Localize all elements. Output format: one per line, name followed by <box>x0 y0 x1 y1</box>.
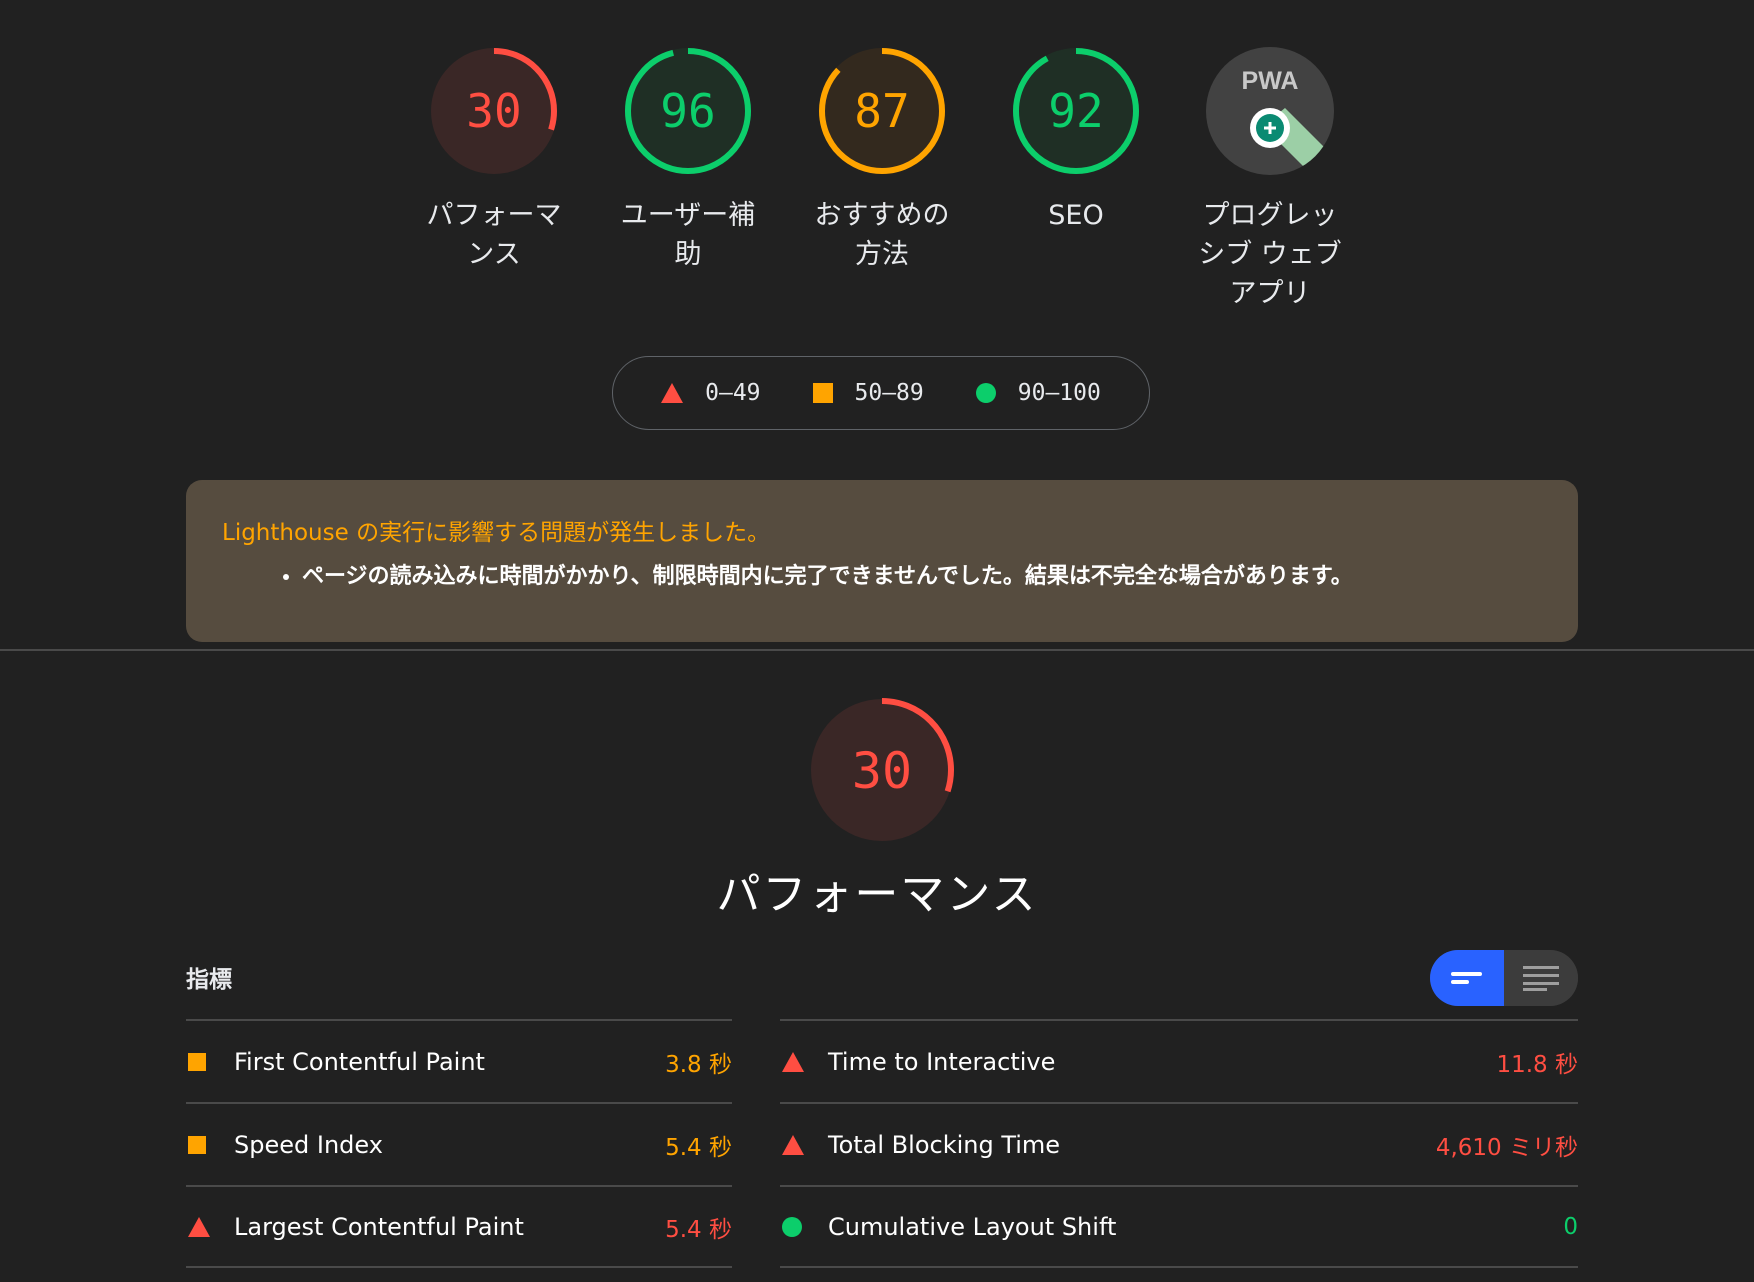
performance-section-title: パフォーマンス <box>716 869 1038 920</box>
gauge-seo-label: SEO <box>1048 200 1104 231</box>
metric-speed-index: Speed Index 5.4 秒 <box>186 1102 732 1185</box>
metric-total-blocking-time: Total Blocking Time 4,610 ミリ秒 <box>780 1102 1578 1185</box>
triangle-icon <box>661 383 684 403</box>
legend-fail-text: 0–49 <box>705 380 761 406</box>
gauge-accessibility-label: ユーザー補助 <box>620 200 756 270</box>
circle-icon <box>975 383 996 403</box>
square-icon <box>812 383 833 403</box>
legend-average-text: 50–89 <box>854 380 924 406</box>
runtime-warning-box: Lighthouse の実行に影響する問題が発生しました。 ページの読み込みに時… <box>186 480 1578 642</box>
gauge-best-practices-label: おすすめの方法 <box>814 200 950 270</box>
metric-time-to-interactive: Time to Interactive 11.8 秒 <box>780 1019 1578 1102</box>
metric-value: 11.8 秒 <box>1496 1051 1578 1078</box>
metric-value: 5.4 秒 <box>665 1216 732 1243</box>
metric-cumulative-layout-shift: Cumulative Layout Shift 0 <box>780 1185 1578 1268</box>
metric-name: Time to Interactive <box>828 1047 1056 1076</box>
metric-name: Cumulative Layout Shift <box>828 1212 1117 1241</box>
square-icon <box>188 1052 206 1071</box>
metric-value: 4,610 ミリ秒 <box>1435 1134 1578 1161</box>
warning-list: ページの読み込みに時間がかかり、制限時間内に完了できませんでした。結果は不完全な… <box>222 562 1542 592</box>
gauge-performance-score: 30 <box>466 84 521 138</box>
gauge-best-practices-ring: 87 <box>819 48 945 174</box>
metric-value: 0 <box>1563 1213 1578 1240</box>
gauge-accessibility-score: 96 <box>660 84 715 138</box>
gauge-accessibility-ring: 96 <box>625 48 751 174</box>
metrics-right-column: Time to Interactive 11.8 秒 Total Blockin… <box>780 1019 1578 1268</box>
performance-gauge-large: 30 <box>810 698 954 842</box>
metric-name: First Contentful Paint <box>234 1047 485 1076</box>
pwa-badge-text: PWA <box>1242 67 1299 95</box>
metrics-left-column: First Contentful Paint 3.8 秒 Speed Index… <box>186 1019 732 1268</box>
gauge-performance-label: パフォーマンス <box>426 200 562 270</box>
metric-first-contentful-paint: First Contentful Paint 3.8 秒 <box>186 1019 732 1102</box>
gauge-seo-score: 92 <box>1048 84 1103 138</box>
legend-fail: 0–49 <box>661 380 761 406</box>
gauge-seo-ring: 92 <box>1013 48 1139 174</box>
metric-name: Total Blocking Time <box>828 1130 1061 1159</box>
legend-average: 50–89 <box>812 380 924 406</box>
section-divider <box>0 649 1754 651</box>
gauge-pwa[interactable]: PWA プログレッシブ ウェブ アプリ <box>1180 46 1360 313</box>
metric-name: Speed Index <box>234 1130 383 1159</box>
list-compact-icon[interactable] <box>1430 950 1504 1006</box>
gauge-performance-ring: 30 <box>431 48 557 174</box>
legend-pass: 90–100 <box>975 380 1101 406</box>
score-scale-legend: 0–49 50–89 90–100 <box>612 356 1150 430</box>
triangle-icon <box>188 1216 210 1237</box>
gauge-best-practices-score: 87 <box>854 84 909 138</box>
triangle-icon <box>782 1134 804 1155</box>
performance-score-large: 30 <box>852 742 912 800</box>
gauge-best-practices[interactable]: 87 おすすめの方法 <box>792 46 972 274</box>
metrics-heading: 指標 <box>186 967 232 993</box>
metric-name: Largest Contentful Paint <box>234 1212 524 1241</box>
warning-title: Lighthouse の実行に影響する問題が発生しました。 <box>222 520 771 546</box>
metric-value: 5.4 秒 <box>665 1134 732 1161</box>
metrics-view-toggle[interactable] <box>1430 950 1578 1006</box>
pwa-badge-icon: PWA <box>1206 47 1334 175</box>
warning-item: ページの読み込みに時間がかかり、制限時間内に完了できませんでした。結果は不完全な… <box>302 562 1542 592</box>
list-expanded-icon[interactable] <box>1504 950 1578 1006</box>
triangle-icon <box>782 1051 804 1072</box>
gauge-performance[interactable]: 30 パフォーマンス <box>404 46 584 274</box>
square-icon <box>188 1135 206 1154</box>
legend-pass-text: 90–100 <box>1017 380 1101 406</box>
metric-value: 3.8 秒 <box>665 1051 732 1078</box>
metric-largest-contentful-paint: Largest Contentful Paint 5.4 秒 <box>186 1185 732 1268</box>
gauge-pwa-label: プログレッシブ ウェブ アプリ <box>1198 200 1342 309</box>
circle-icon <box>782 1216 802 1237</box>
gauge-accessibility[interactable]: 96 ユーザー補助 <box>598 46 778 274</box>
gauge-seo[interactable]: 92 SEO <box>986 46 1166 235</box>
